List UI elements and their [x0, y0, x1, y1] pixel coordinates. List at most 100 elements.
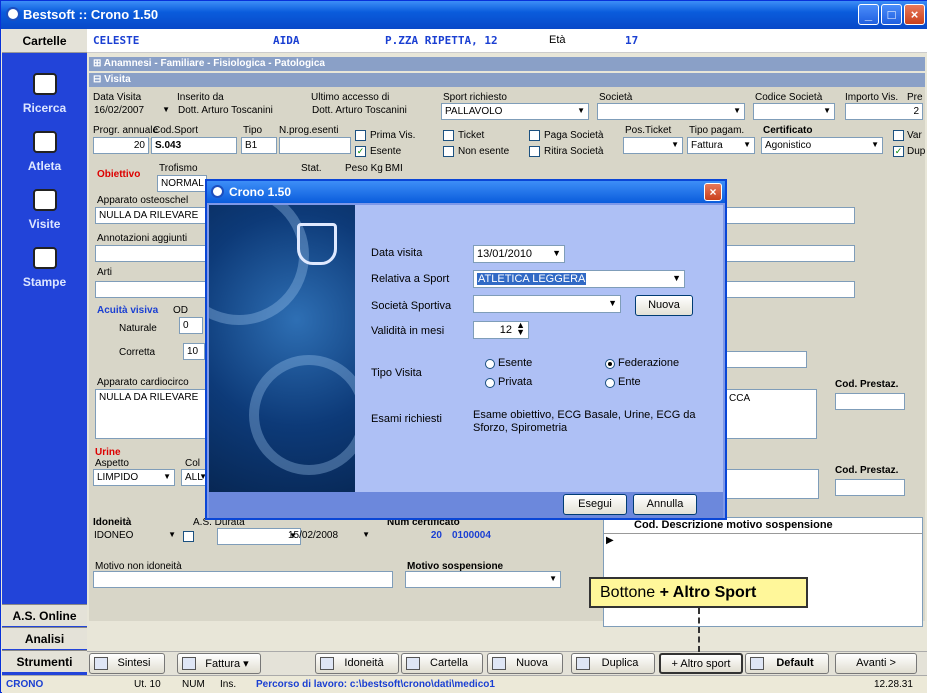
importo-label: Importo Vis.	[845, 92, 899, 103]
codsport-field[interactable]: S.043	[151, 137, 237, 154]
sidebar-item-as-online[interactable]: A.S. Online	[2, 604, 87, 626]
altro-sport-button[interactable]: + Altro sport	[659, 653, 743, 674]
non-esente-checkbox[interactable]	[443, 146, 454, 157]
idoneita-button[interactable]: Idoneità	[315, 653, 399, 674]
non-esente-label: Non esente	[458, 146, 510, 157]
person-icon	[32, 131, 57, 153]
cartella-button[interactable]: Cartella	[401, 653, 483, 674]
scadenza-field[interactable]: 15/02/2008	[285, 528, 373, 545]
title-bar: Bestsoft :: Crono 1.50 _ □ ×	[1, 1, 927, 29]
dialog-close-button[interactable]: ×	[704, 183, 722, 201]
annulla-button[interactable]: Annulla	[633, 494, 697, 515]
radio-esente[interactable]	[485, 359, 495, 369]
callout-pointer	[698, 608, 700, 652]
nprog-field[interactable]	[279, 137, 351, 154]
doctor-icon	[32, 189, 57, 211]
dlg-sport-select[interactable]: ATLETICA LEGGERA ▼	[473, 270, 685, 288]
ritira-societa-checkbox[interactable]	[529, 146, 540, 157]
pos-ticket-select[interactable]	[623, 137, 683, 154]
urine-note-field[interactable]	[719, 469, 819, 499]
ticket-checkbox[interactable]	[443, 130, 454, 141]
radio-ente[interactable]	[605, 378, 615, 388]
tipo-field[interactable]: B1	[241, 137, 277, 154]
maximize-button[interactable]: □	[881, 4, 902, 25]
radio-federazione[interactable]	[605, 359, 615, 369]
data-visita-field[interactable]: 16/02/2007	[91, 103, 173, 120]
sidebar-item-stampe[interactable]: Stampe	[2, 247, 87, 289]
societa-select[interactable]	[597, 103, 745, 120]
paga-societa-checkbox[interactable]	[529, 130, 540, 141]
sidebar-item-ricerca[interactable]: Ricerca	[2, 73, 87, 115]
esami-text: Esame obiettivo, ECG Basale, Urine, ECG …	[473, 409, 696, 434]
sidebar-item-analisi[interactable]: Analisi	[2, 627, 87, 649]
esente-checkbox[interactable]: ✓	[355, 146, 366, 157]
fattura-icon	[182, 657, 196, 670]
naturale-field[interactable]: 0	[179, 317, 203, 334]
idoneita-checkbox[interactable]	[183, 531, 194, 542]
sport-dropdown-icon[interactable]: ▼	[672, 273, 681, 283]
sintesi-button[interactable]: Sintesi	[89, 653, 165, 674]
avanti-button[interactable]: Avanti >	[835, 653, 917, 674]
status-path: Percorso di lavoro: c:\bestsoft\crono\da…	[256, 679, 495, 690]
dlg-data-visita-field[interactable]: 13/01/2010 ▼	[473, 245, 565, 263]
var-checkbox[interactable]	[893, 130, 904, 141]
urine-cod-prestaz-field[interactable]	[835, 479, 905, 496]
aspetto-select[interactable]: LIMPIDO	[93, 469, 175, 486]
sport-select[interactable]: PALLAVOLO	[441, 103, 589, 120]
sport-label: Sport richiesto	[443, 92, 507, 103]
date-dropdown-icon[interactable]: ▼	[552, 248, 561, 258]
idoneita-select[interactable]: IDONEO	[91, 528, 179, 545]
corretta-field[interactable]: 10	[183, 343, 205, 360]
print-icon	[32, 247, 57, 269]
section-anamnesi[interactable]: ⊞ Anamnesi - Familiare - Fisiologica - P…	[89, 57, 925, 71]
nuova-visit-button[interactable]: Nuova	[487, 653, 563, 674]
default-button[interactable]: Default	[745, 653, 829, 674]
esegui-button[interactable]: Esegui	[563, 494, 627, 515]
minimize-button[interactable]: _	[858, 4, 879, 25]
dlg-societa-label: Società Sportiva	[371, 300, 452, 312]
dup-checkbox[interactable]: ✓	[893, 146, 904, 157]
certificato-select[interactable]: Agonistico	[761, 137, 883, 154]
section-visita[interactable]: ⊟ Visita	[89, 73, 925, 87]
sidebar-item-strumenti[interactable]: Strumenti	[2, 650, 87, 672]
sidebar-item-visite[interactable]: Visite	[2, 189, 87, 231]
radio-privata[interactable]	[485, 378, 495, 388]
tipo-pagam-select[interactable]: Fattura	[687, 137, 755, 154]
tipo-pagam-label: Tipo pagam.	[689, 125, 745, 136]
spinner-icon[interactable]: ▲ ▼	[516, 321, 525, 337]
arti-label: Arti	[97, 267, 112, 278]
od-label: OD	[173, 305, 188, 316]
progr-field[interactable]: 20	[93, 137, 149, 154]
cod-prestaz-field[interactable]	[835, 393, 905, 410]
motivo-grid[interactable]: Cod. Descrizione motivo sospensione ▶	[603, 517, 923, 627]
fattura-button[interactable]: Fattura ▾	[177, 653, 261, 674]
close-button[interactable]: ×	[904, 4, 925, 25]
inserito-label: Inserito da	[177, 92, 224, 103]
prima-vis-checkbox[interactable]	[355, 130, 366, 141]
motivo-non-field[interactable]	[93, 571, 393, 588]
radio-ente-label: Ente	[618, 376, 641, 388]
extra-field[interactable]	[723, 351, 807, 368]
societa-dropdown-icon[interactable]: ▼	[608, 298, 617, 308]
altro-sport-dialog: Crono 1.50 × Data visita 13/01/2010 ▼ Rel…	[205, 179, 727, 520]
age-label: Età	[549, 34, 566, 46]
naturale-label: Naturale	[119, 323, 157, 334]
colore-label: Col	[185, 458, 201, 469]
motivo-sosp-select[interactable]	[405, 571, 561, 588]
dlg-societa-select[interactable]: ▼	[473, 295, 621, 313]
dup-label: Dup	[907, 146, 926, 157]
nuova-button[interactable]: Nuova	[635, 295, 693, 316]
trofismo-field[interactable]: NORMAL	[157, 175, 207, 192]
sidebar-item-atleta[interactable]: Atleta	[2, 131, 87, 173]
urine-label: Urine	[95, 447, 121, 458]
dialog-body: Data visita 13/01/2010 ▼ Relativa a Sport…	[355, 205, 723, 495]
ritira-societa-label: Ritira Società	[544, 146, 604, 157]
importo-field[interactable]: 2	[845, 103, 923, 120]
dialog-logo-icon	[211, 185, 224, 198]
sidebar-header[interactable]: Cartelle	[2, 29, 87, 53]
num-cert-field: 0100004	[452, 530, 491, 541]
duplica-button[interactable]: Duplica	[571, 653, 655, 674]
inserito-field: Dott. Arturo Toscanini	[178, 105, 273, 116]
validita-spinner[interactable]: 12 ▲ ▼	[473, 321, 529, 339]
codice-societa-select[interactable]	[753, 103, 835, 120]
